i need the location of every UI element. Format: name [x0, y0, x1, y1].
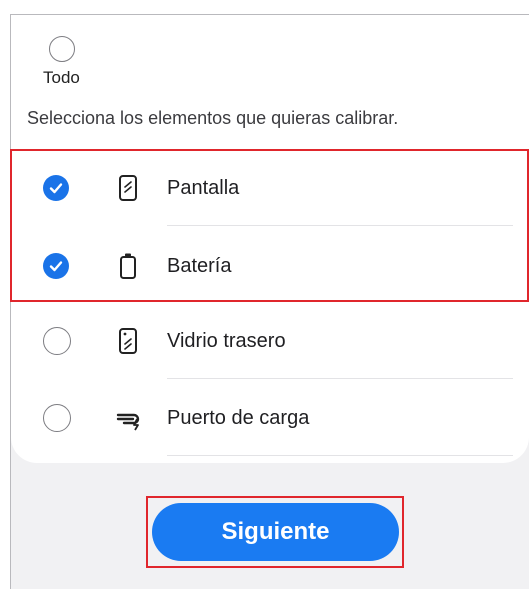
unchecked-radio[interactable]: [43, 327, 71, 355]
select-all-radio[interactable]: [49, 36, 75, 62]
row-divider: [167, 378, 513, 379]
item-label: Pantalla: [167, 177, 240, 199]
charging-cable-icon: [116, 413, 140, 431]
battery-icon: [120, 253, 136, 279]
phone-back-glass-icon: [119, 328, 137, 354]
instruction-text: Selecciona los elementos que quieras cal…: [27, 108, 399, 128]
row-divider: [167, 225, 513, 226]
list-item-vidrio-trasero[interactable]: Vidrio trasero: [11, 303, 529, 379]
checked-checkbox[interactable]: [43, 175, 69, 201]
phone-screen-icon: [119, 175, 137, 201]
checked-checkbox[interactable]: [43, 253, 69, 279]
next-button[interactable]: Siguiente: [152, 503, 399, 561]
row-divider: [167, 455, 513, 456]
list-item-pantalla[interactable]: Pantalla: [11, 150, 529, 226]
select-all-label: Todo: [43, 68, 80, 87]
list-item-puerto-de-carga[interactable]: Puerto de carga: [11, 380, 529, 456]
item-label: Batería: [167, 255, 232, 277]
list-item-bateria[interactable]: Batería: [11, 228, 529, 304]
unchecked-radio[interactable]: [43, 404, 71, 432]
item-label: Vidrio trasero: [167, 330, 286, 352]
item-label: Puerto de carga: [167, 407, 310, 429]
